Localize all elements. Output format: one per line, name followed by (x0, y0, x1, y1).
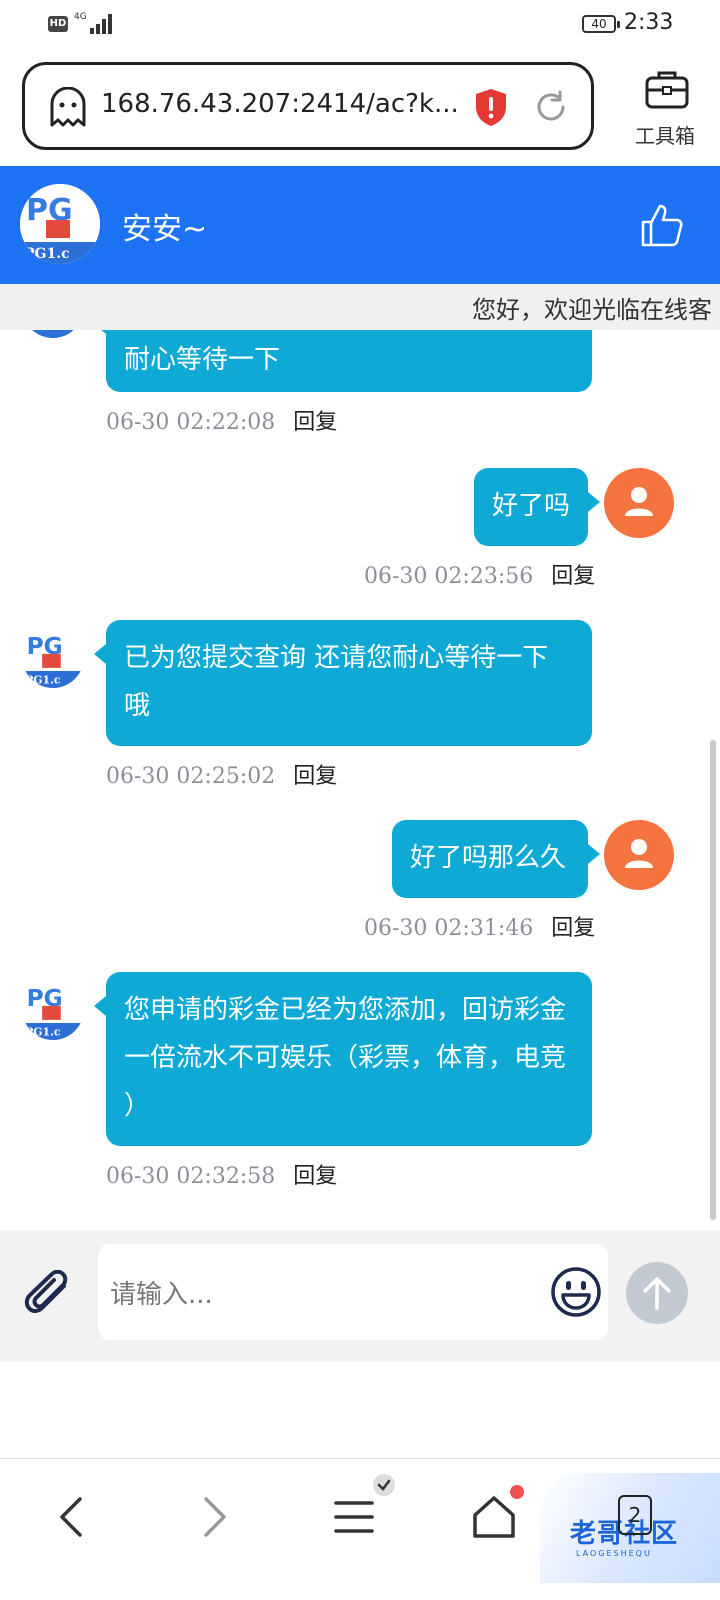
reply-link[interactable]: 回复 (293, 1164, 337, 1189)
arrow-up-icon (643, 1277, 671, 1310)
status-bar: HD 4G 40 2:33 (0, 0, 720, 52)
tab-count-button[interactable]: 2 (618, 1495, 652, 1535)
menu-icon[interactable] (330, 1493, 378, 1541)
notification-dot (510, 1485, 524, 1499)
home-icon[interactable] (470, 1493, 518, 1541)
pg-logo-image: PG PG1.c (22, 978, 84, 1040)
svg-text:PG1.c: PG1.c (25, 673, 61, 686)
chat-messages[interactable]: 耐心等待一下 06-30 02:22:08 回复 好了吗 06-30 02:23:… (0, 330, 720, 1230)
message-bubble: 已为您提交查询 还请您耐心等待一下哦 (94, 620, 592, 746)
message-bubble: 好了吗那么久 (392, 820, 600, 898)
user-avatar (604, 468, 674, 538)
announcement-marquee: 您好，欢迎光临在线客 (0, 284, 720, 330)
reload-icon[interactable] (533, 89, 569, 125)
check-badge-icon (373, 1474, 395, 1496)
toolbox-icon (645, 71, 689, 109)
pg-logo-image: PG PG1.c (20, 184, 100, 264)
message-time: 06-30 02:22:08 (106, 410, 276, 435)
reply-link[interactable]: 回复 (293, 410, 337, 435)
message-time: 06-30 02:32:58 (106, 1164, 276, 1189)
toolbox-label: 工具箱 (635, 124, 695, 148)
message-meta: 06-30 02:25:02 回复 (106, 758, 337, 790)
message-bubble: 您申请的彩金已经为您添加，回访彩金一倍流水不可娱乐（彩票，体育，电竞 ） (94, 972, 592, 1146)
message-meta: 06-30 02:32:58 回复 (106, 1158, 337, 1190)
message-meta: 06-30 02:23:56 回复 (364, 558, 595, 590)
message-text: 已为您提交查询 还请您耐心等待一下哦 (124, 643, 549, 721)
reply-link[interactable]: 回复 (293, 764, 337, 789)
agent-avatar: PG PG1.c (22, 626, 84, 688)
message-meta: 06-30 02:22:08 回复 (106, 404, 337, 436)
input-placeholder: 请输入... (110, 1280, 213, 1310)
toolbox-button[interactable]: 工具箱 (620, 66, 710, 150)
svg-text:PG1.c: PG1.c (24, 246, 70, 262)
composer: 请输入... (0, 1230, 720, 1362)
message-time: 06-30 02:25:02 (106, 764, 276, 789)
message-bubble: 好了吗 (474, 468, 600, 546)
ghost-icon (50, 87, 86, 127)
message-text: 耐心等待一下 (124, 345, 281, 375)
message-text: 好了吗 (492, 491, 571, 521)
user-icon (625, 487, 653, 516)
pg-logo-image: PG PG1.c (22, 626, 84, 688)
message-meta: 06-30 02:31:46 回复 (364, 910, 595, 942)
message-input[interactable]: 请输入... (98, 1244, 608, 1340)
reply-link[interactable]: 回复 (551, 916, 595, 941)
agent-avatar (22, 330, 84, 338)
back-icon[interactable] (48, 1493, 96, 1541)
agent-avatar: PG PG1.c (22, 978, 84, 1040)
browser-bottom-nav: 老哥社区 LAOGESHEQU 2 (0, 1458, 720, 1600)
url-text[interactable]: 168.76.43.207:2414/ac?k... (101, 89, 459, 119)
emoji-icon[interactable] (550, 1266, 602, 1318)
message-text: 好了吗那么久 (410, 843, 567, 873)
agent-avatar[interactable]: PG PG1.c (20, 184, 100, 264)
watermark-subtext: LAOGESHEQU (576, 1549, 652, 1558)
message-bubble: 耐心等待一下 (94, 330, 592, 392)
scrollbar[interactable] (710, 740, 716, 1220)
shield-icon[interactable] (473, 87, 509, 127)
forward-icon[interactable] (190, 1493, 238, 1541)
message-text: 您申请的彩金已经为您添加，回访彩金一倍流水不可娱乐（彩票，体育，电竞 ） (124, 995, 567, 1121)
hd-badge: HD (48, 16, 68, 32)
clock: 2:33 (624, 10, 674, 35)
announcement-text: 您好，欢迎光临在线客 (472, 296, 712, 324)
battery-icon: 40 (582, 15, 620, 33)
agent-name: 安安~ (122, 212, 208, 247)
signal-icon (84, 12, 112, 34)
send-button[interactable] (626, 1262, 688, 1324)
paperclip-icon[interactable] (24, 1270, 76, 1322)
thumbs-up-icon[interactable] (640, 202, 684, 248)
message-time: 06-30 02:31:46 (364, 916, 534, 941)
chat-header: PG PG1.c 安安~ (0, 166, 720, 284)
user-avatar (604, 820, 674, 890)
reply-link[interactable]: 回复 (551, 564, 595, 589)
address-bar[interactable]: 168.76.43.207:2414/ac?k... (22, 62, 594, 150)
user-icon (625, 839, 653, 868)
message-time: 06-30 02:23:56 (364, 564, 534, 589)
svg-text:PG1.c: PG1.c (25, 1025, 61, 1038)
